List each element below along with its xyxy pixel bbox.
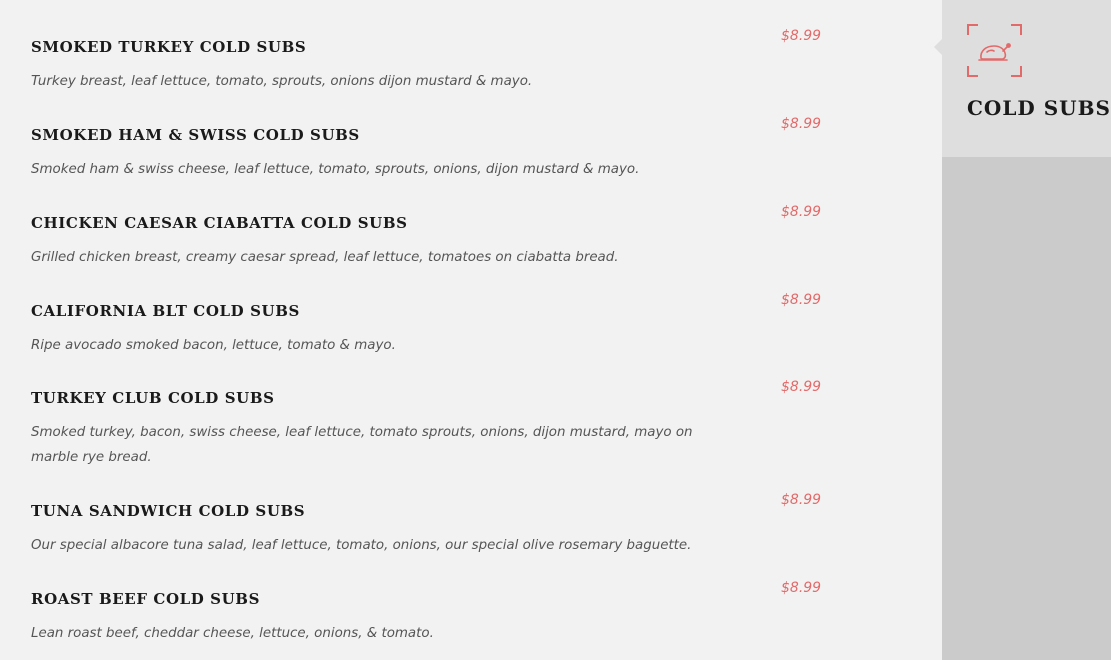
menu-item-title: SMOKED HAM & SWISS COLD SUBS (31, 126, 360, 144)
menu-item-title: TURKEY CLUB COLD SUBS (31, 389, 275, 407)
menu-item-price: $8.99 (781, 28, 822, 44)
menu-item-description: Smoked turkey, bacon, swiss cheese, leaf… (31, 425, 693, 465)
menu-item-title: CALIFORNIA BLT COLD SUBS (31, 302, 300, 320)
menu-item-price: $8.99 (781, 580, 822, 596)
menu-item-price: $8.99 (781, 204, 822, 220)
menu-item-price: $8.99 (781, 292, 822, 308)
menu-item-price: $8.99 (781, 492, 822, 508)
menu-item-description: Grilled chicken breast, creamy caesar sp… (31, 250, 619, 265)
menu-item-description: Lean roast beef, cheddar cheese, lettuce… (31, 626, 434, 641)
menu-item-title: SMOKED TURKEY COLD SUBS (31, 38, 307, 56)
menu-item-title: CHICKEN CAESAR CIABATTA COLD SUBS (31, 214, 408, 232)
category-sidebar: COLD SUBS (934, 0, 1111, 660)
menu-item-list: SMOKED TURKEY COLD SUBS $8.99 Turkey bre… (0, 0, 942, 660)
menu-item-title: TUNA SANDWICH COLD SUBS (31, 502, 306, 520)
menu-item-description: Our special albacore tuna salad, leaf le… (31, 538, 692, 553)
menu-item-price: $8.99 (781, 379, 822, 395)
category-tab-cold-subs[interactable]: COLD SUBS (934, 0, 1111, 157)
active-tab-pointer (934, 39, 942, 55)
menu-item-title: ROAST BEEF COLD SUBS (31, 590, 261, 608)
menu-item-price: $8.99 (781, 116, 822, 132)
menu-item-description: Smoked ham & swiss cheese, leaf lettuce,… (31, 162, 640, 177)
category-label: COLD SUBS (967, 96, 1111, 120)
roast-chicken-icon (967, 24, 1022, 77)
menu-item-description: Ripe avocado smoked bacon, lettuce, toma… (31, 338, 396, 353)
menu-item-description: Turkey breast, leaf lettuce, tomato, spr… (31, 74, 533, 89)
